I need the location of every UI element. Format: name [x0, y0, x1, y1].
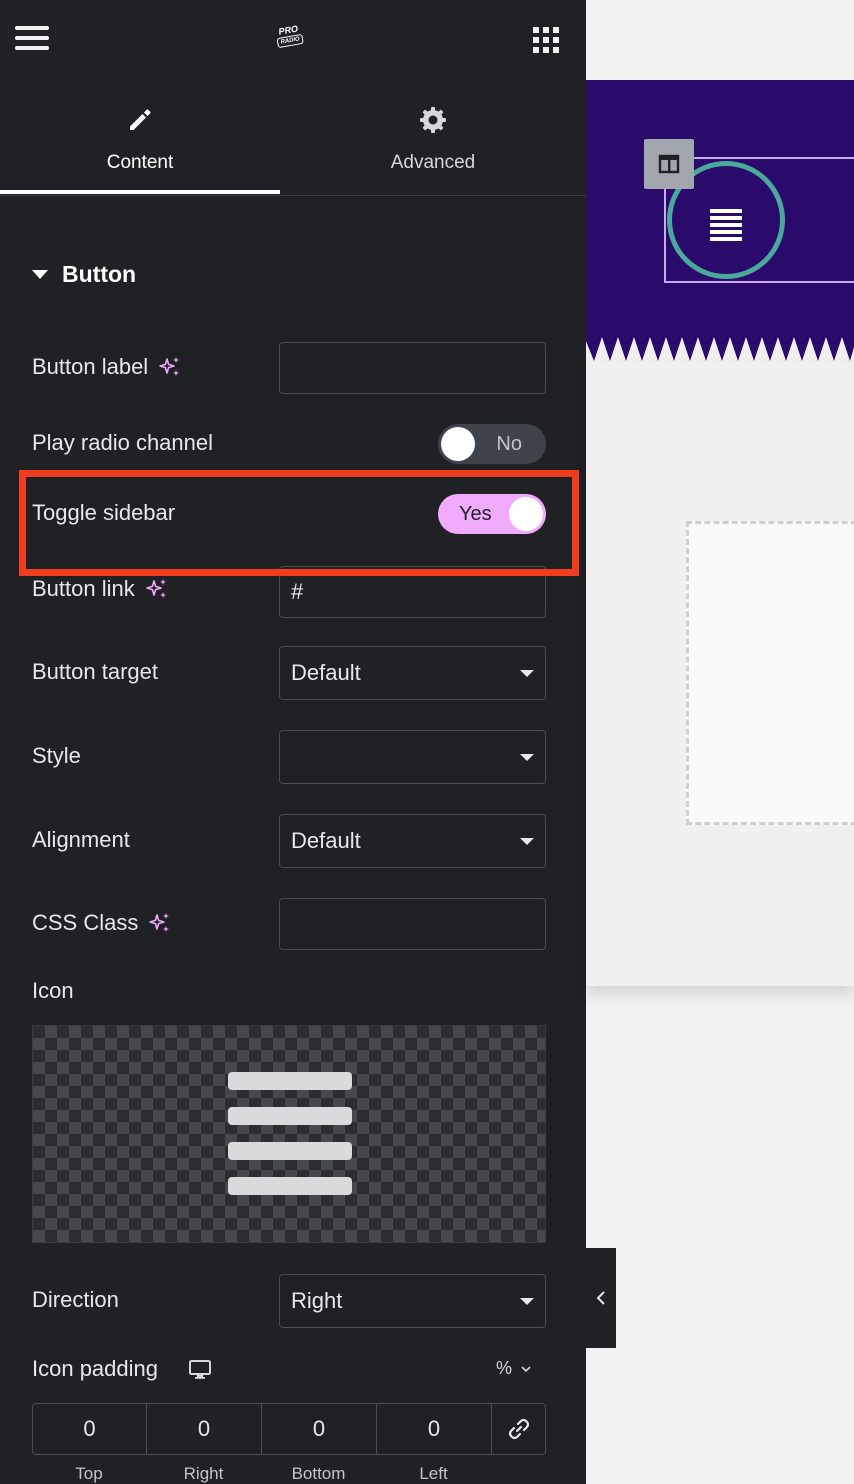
switch-knob — [441, 427, 475, 461]
icon-padding-dimensions: 0 0 0 0 — [32, 1403, 546, 1455]
button-label-label: Button label — [32, 352, 182, 382]
pencil-icon — [130, 109, 151, 130]
play-radio-switch[interactable]: No — [438, 424, 546, 464]
chevron-down-icon — [520, 669, 534, 677]
direction-label: Direction — [32, 1287, 119, 1312]
icon-picker-preview[interactable] — [32, 1025, 546, 1243]
top-bar: PRO RADIO — [0, 0, 586, 80]
padding-bottom-input[interactable]: 0 — [262, 1404, 377, 1454]
style-select[interactable] — [279, 730, 546, 784]
editor-panel: PRO RADIO Content Advanced Button Button… — [0, 0, 586, 1484]
css-class-text: CSS Class — [32, 910, 139, 935]
logo-line-2: RADIO — [276, 33, 304, 49]
button-label-text: Button label — [32, 354, 149, 379]
tab-content-label: Content — [106, 152, 174, 173]
play-radio-label: Play radio channel — [32, 430, 214, 455]
columns-icon — [658, 154, 680, 174]
padding-left-input[interactable]: 0 — [377, 1404, 492, 1454]
chevron-down-icon — [520, 837, 534, 845]
icon-padding-text: Icon padding — [32, 1356, 158, 1381]
direction-select[interactable]: Right — [279, 1274, 546, 1328]
padding-top-input[interactable]: 0 — [33, 1404, 147, 1454]
tab-content[interactable]: Content — [0, 80, 280, 194]
play-radio-switch-state: No — [496, 433, 522, 455]
css-class-input[interactable] — [279, 898, 546, 950]
icon-padding-label: Icon padding — [32, 1354, 212, 1384]
padding-bottom-label: Bottom — [291, 1464, 346, 1483]
style-label: Style — [32, 743, 81, 768]
chevron-down-icon — [520, 1297, 534, 1305]
direction-value: Right — [291, 1288, 343, 1313]
chevron-left-icon — [596, 1291, 605, 1305]
button-target-label: Button target — [32, 659, 158, 684]
ai-sparkle-icon[interactable] — [158, 355, 182, 379]
zigzag-divider — [586, 333, 854, 363]
padding-right-label: Right — [183, 1464, 224, 1483]
padding-top-label: Top — [75, 1464, 103, 1483]
column-handle-icon[interactable] — [644, 139, 694, 189]
section-button-toggle[interactable]: Button — [32, 258, 136, 290]
collapse-panel-button[interactable] — [586, 1248, 616, 1348]
empty-drop-zone[interactable] — [686, 521, 854, 825]
alignment-label: Alignment — [32, 827, 130, 852]
padding-left-label: Left — [419, 1464, 448, 1483]
desktop-device-icon[interactable] — [188, 1358, 212, 1380]
caret-down-icon — [32, 269, 48, 279]
tab-advanced-label: Advanced — [390, 152, 476, 173]
button-label-input[interactable] — [279, 342, 546, 394]
button-target-select[interactable]: Default — [279, 646, 546, 700]
highlight-frame — [19, 470, 579, 576]
unit-value: % — [496, 1358, 513, 1378]
chevron-down-icon — [520, 753, 534, 761]
alignment-value: Default — [291, 828, 361, 853]
button-link-label: Button link — [32, 574, 169, 604]
ai-sparkle-icon[interactable] — [145, 577, 169, 601]
tab-advanced[interactable]: Advanced — [280, 80, 586, 194]
alignment-select[interactable]: Default — [279, 814, 546, 868]
panel-tabs: Content Advanced — [0, 80, 586, 196]
padding-right-input[interactable]: 0 — [147, 1404, 262, 1454]
section-title: Button — [62, 260, 137, 287]
hamburger-menu-icon[interactable] — [15, 26, 49, 54]
link-icon — [508, 1418, 529, 1440]
menu-lines-icon — [710, 209, 742, 244]
icon-label: Icon — [32, 978, 74, 1003]
ai-sparkle-icon[interactable] — [148, 911, 172, 935]
link-values-button[interactable] — [492, 1404, 545, 1454]
menu-lines-icon — [228, 1072, 352, 1212]
pro-radio-logo: PRO RADIO — [270, 23, 310, 57]
button-link-text: Button link — [32, 576, 135, 601]
chevron-down-icon — [521, 1365, 531, 1372]
unit-selector[interactable]: % — [496, 1358, 532, 1379]
apps-grid-icon[interactable] — [533, 27, 559, 53]
gear-icon — [420, 107, 446, 133]
css-class-label: CSS Class — [32, 908, 172, 938]
button-target-value: Default — [291, 660, 361, 685]
